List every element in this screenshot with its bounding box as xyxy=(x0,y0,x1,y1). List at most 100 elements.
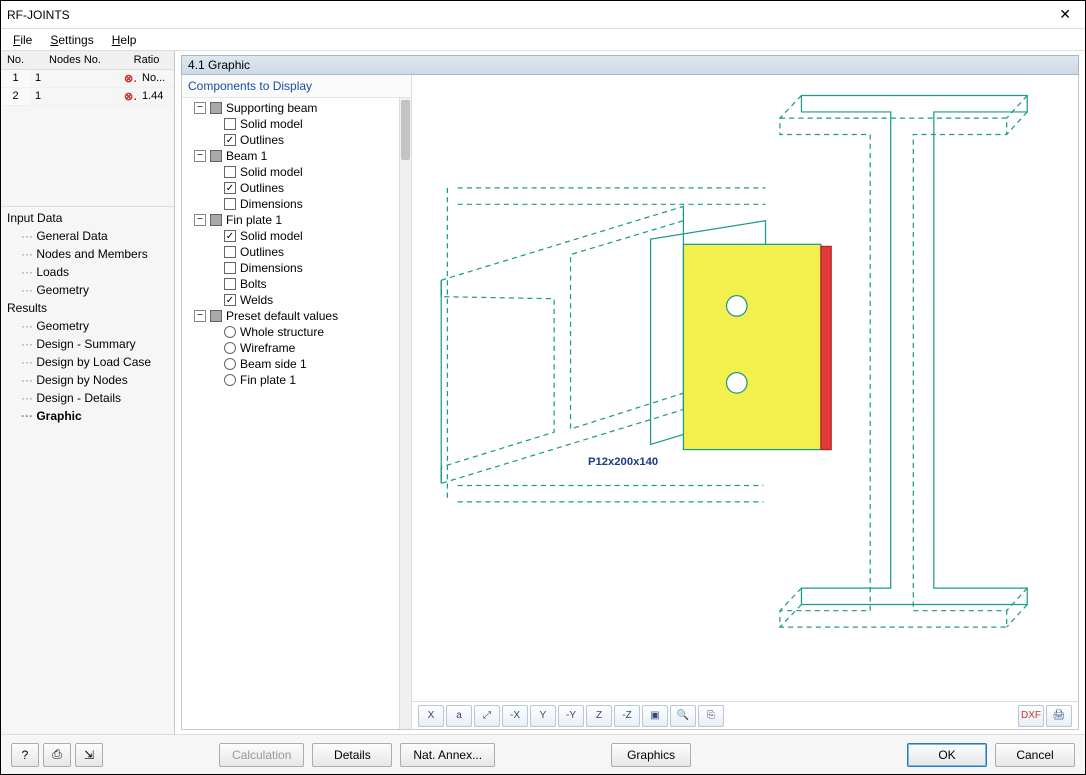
tree-node-label[interactable]: Wireframe xyxy=(240,341,295,355)
menu-file[interactable]: File xyxy=(5,31,40,49)
tree-checkbox[interactable] xyxy=(224,278,236,290)
grid-header-no[interactable]: No. xyxy=(1,51,31,70)
grid-header-nodes[interactable]: Nodes No. xyxy=(31,51,120,70)
footer-icon-2[interactable]: ⇲ xyxy=(75,743,103,767)
help-button[interactable]: ? xyxy=(11,743,39,767)
tree-checkbox[interactable] xyxy=(210,150,222,162)
tree-checkbox[interactable] xyxy=(224,166,236,178)
nav-item[interactable]: ··· Design - Details xyxy=(1,389,174,407)
close-icon[interactable]: ✕ xyxy=(1051,6,1079,23)
tree-toggle[interactable]: − xyxy=(194,150,206,162)
grid-cell[interactable]: 1.44 xyxy=(138,88,174,106)
footer: ? ⎙ ⇲ Calculation Details Nat. Annex... … xyxy=(1,734,1085,774)
nav-item[interactable]: ··· Loads xyxy=(1,263,174,281)
tree-checkbox[interactable] xyxy=(210,310,222,322)
tree-radio[interactable] xyxy=(224,374,236,386)
tree-node-label[interactable]: Outlines xyxy=(240,245,284,259)
tree-radio[interactable] xyxy=(224,326,236,338)
nav-item[interactable]: ··· Geometry xyxy=(1,317,174,335)
grid-cell[interactable]: 2 xyxy=(1,88,31,106)
tree-node-label[interactable]: Solid model xyxy=(240,229,303,243)
view-toolbar: X a ⤢ -X Y -Y Z -Z ▣ 🔍 ⎘ DXF 🖨 xyxy=(412,701,1078,729)
copy-button[interactable]: ⎘ xyxy=(698,705,724,727)
tree-checkbox[interactable] xyxy=(210,102,222,114)
tree-checkbox[interactable] xyxy=(224,182,236,194)
view-iso-button[interactable]: ▣ xyxy=(642,705,668,727)
nav-item[interactable]: ··· Geometry xyxy=(1,281,174,299)
cancel-button[interactable]: Cancel xyxy=(995,743,1075,767)
tree-checkbox[interactable] xyxy=(224,198,236,210)
tree-node-label[interactable]: Solid model xyxy=(240,117,303,131)
menubar: File Settings Help xyxy=(1,29,1085,51)
nav-item-selected[interactable]: ··· Graphic xyxy=(1,407,174,425)
tree-node-label[interactable]: Dimensions xyxy=(240,261,303,275)
nav-item[interactable]: ··· Nodes and Members xyxy=(1,245,174,263)
tree-node-label[interactable]: Beam 1 xyxy=(226,149,267,163)
tree-checkbox[interactable] xyxy=(224,294,236,306)
tree-node-label[interactable]: Solid model xyxy=(240,165,303,179)
tree-checkbox[interactable] xyxy=(224,246,236,258)
view-negz-button[interactable]: -Z xyxy=(614,705,640,727)
tree-radio[interactable] xyxy=(224,358,236,370)
tree-node-label[interactable]: Whole structure xyxy=(240,325,324,339)
tree-toggle[interactable]: − xyxy=(194,214,206,226)
navigator[interactable]: Input Data ··· General Data ··· Nodes an… xyxy=(1,206,174,734)
graphic-viewport[interactable]: P12x200x140 xyxy=(412,75,1078,701)
tree-checkbox[interactable] xyxy=(224,118,236,130)
tree-checkbox[interactable] xyxy=(224,134,236,146)
footer-icon-1[interactable]: ⎙ xyxy=(43,743,71,767)
nav-item[interactable]: ··· General Data xyxy=(1,227,174,245)
grid-cell[interactable]: 1 xyxy=(1,70,31,88)
grid-cell[interactable]: 1 xyxy=(31,70,120,88)
calculation-button[interactable]: Calculation xyxy=(219,743,304,767)
tree-node-label[interactable]: Outlines xyxy=(240,181,284,195)
tree-node-label[interactable]: Supporting beam xyxy=(226,101,317,115)
status-error-icon: ⊗ xyxy=(120,70,138,88)
menu-settings[interactable]: Settings xyxy=(42,31,101,49)
tree-node-label[interactable]: Preset default values xyxy=(226,309,338,323)
ok-button[interactable]: OK xyxy=(907,743,987,767)
dxf-button[interactable]: DXF xyxy=(1018,705,1044,727)
nav-item[interactable]: ··· Design - Summary xyxy=(1,335,174,353)
tree-node-label[interactable]: Fin plate 1 xyxy=(226,213,282,227)
tree-checkbox[interactable] xyxy=(210,214,222,226)
view-x-button[interactable]: X xyxy=(418,705,444,727)
panel-title: 4.1 Graphic xyxy=(181,55,1079,75)
view-isox-button[interactable]: ⤢ xyxy=(474,705,500,727)
tree-node-label[interactable]: Outlines xyxy=(240,133,284,147)
grid-cell[interactable]: 1 xyxy=(31,88,120,106)
results-grid[interactable]: No. Nodes No. Ratio 1 1 ⊗ No... 2 1 ⊗ 1.… xyxy=(1,51,174,206)
view-a-button[interactable]: a xyxy=(446,705,472,727)
tree-node-label[interactable]: Bolts xyxy=(240,277,267,291)
tree-node-label[interactable]: Fin plate 1 xyxy=(240,373,296,387)
scrollbar[interactable] xyxy=(399,98,411,729)
print-button[interactable]: 🖨 xyxy=(1046,705,1072,727)
nav-group-input[interactable]: Input Data xyxy=(1,209,174,227)
status-error-icon: ⊗ xyxy=(120,88,138,106)
tree-node-label[interactable]: Dimensions xyxy=(240,197,303,211)
window-title: RF-JOINTS xyxy=(7,8,1051,22)
zoom-button[interactable]: 🔍 xyxy=(670,705,696,727)
grid-header-ratio[interactable]: Ratio xyxy=(120,51,174,70)
tree-toggle[interactable]: − xyxy=(194,102,206,114)
details-button[interactable]: Details xyxy=(312,743,392,767)
components-tree[interactable]: Components to Display − Supporting beam So… xyxy=(182,75,412,729)
nav-item[interactable]: ··· Design by Nodes xyxy=(1,371,174,389)
nav-group-results[interactable]: Results xyxy=(1,299,174,317)
tree-header: Components to Display xyxy=(182,75,411,98)
tree-node-label[interactable]: Welds xyxy=(240,293,273,307)
view-negx-button[interactable]: -X xyxy=(502,705,528,727)
nav-item[interactable]: ··· Design by Load Case xyxy=(1,353,174,371)
view-z-button[interactable]: Z xyxy=(586,705,612,727)
view-y-button[interactable]: Y xyxy=(530,705,556,727)
tree-radio[interactable] xyxy=(224,342,236,354)
tree-checkbox[interactable] xyxy=(224,230,236,242)
tree-checkbox[interactable] xyxy=(224,262,236,274)
menu-help[interactable]: Help xyxy=(104,31,145,49)
nat-annex-button[interactable]: Nat. Annex... xyxy=(400,743,495,767)
tree-toggle[interactable]: − xyxy=(194,310,206,322)
view-negy-button[interactable]: -Y xyxy=(558,705,584,727)
grid-cell[interactable]: No... xyxy=(138,70,174,88)
tree-node-label[interactable]: Beam side 1 xyxy=(240,357,307,371)
graphics-button[interactable]: Graphics xyxy=(611,743,691,767)
